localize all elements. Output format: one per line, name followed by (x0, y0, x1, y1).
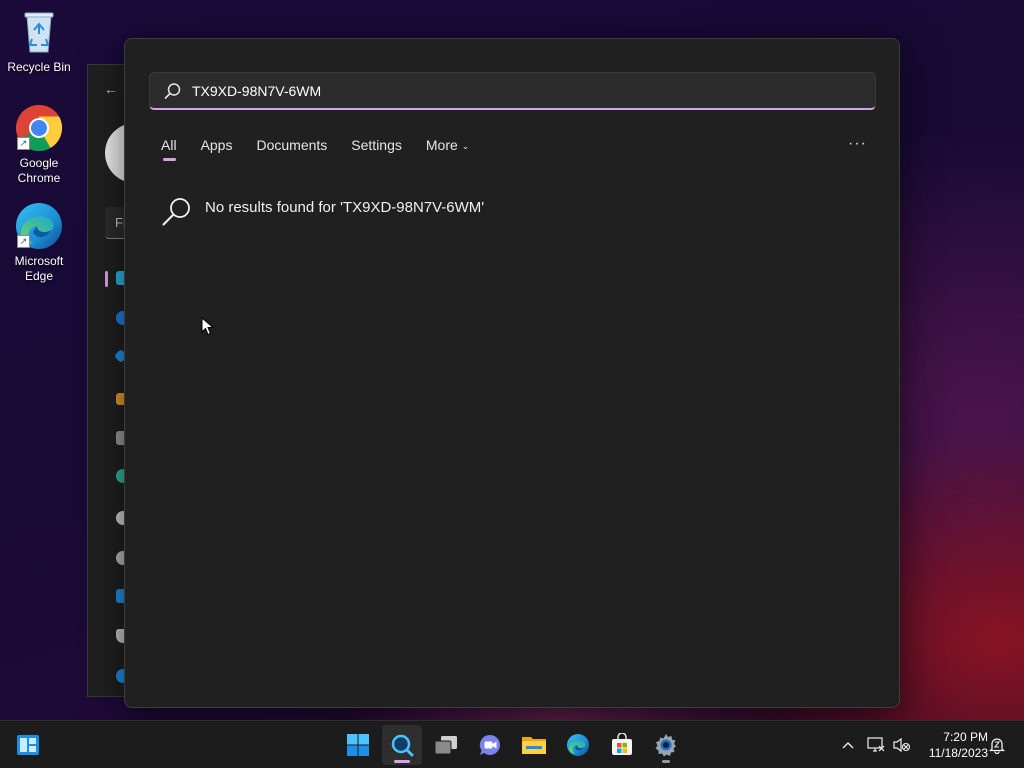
shortcut-arrow-icon: ↗ (17, 235, 30, 248)
clock-date: 11/18/2023 (928, 746, 988, 760)
tab-settings[interactable]: Settings (351, 137, 402, 161)
network-status-button[interactable] (866, 721, 886, 768)
running-indicator (662, 760, 670, 763)
mouse-cursor-icon (201, 317, 215, 336)
widgets-icon (17, 735, 39, 755)
desktop-icon-label: Google Chrome (17, 156, 61, 185)
desktop-icon-recycle-bin[interactable]: Recycle Bin (4, 8, 74, 75)
widgets-button[interactable] (8, 725, 48, 765)
chevron-up-icon (842, 742, 854, 749)
search-input[interactable] (192, 82, 852, 99)
search-panel: All Apps Documents Settings More⌄ ··· No… (124, 38, 900, 708)
edge-icon: ↗ (15, 202, 63, 250)
no-results-row: No results found for 'TX9XD-98N7V-6WM' (161, 196, 484, 228)
show-hidden-icons-button[interactable] (838, 721, 858, 768)
tab-all[interactable]: All (161, 137, 177, 161)
network-disconnected-icon (867, 737, 885, 752)
chrome-icon: ↗ (15, 104, 63, 152)
edge-taskbar-button[interactable] (558, 725, 598, 765)
notification-bell-icon (988, 738, 1006, 754)
chevron-down-icon: ⌄ (461, 141, 470, 151)
store-icon (612, 733, 632, 755)
tab-apps[interactable]: Apps (201, 137, 233, 161)
search-button[interactable] (382, 725, 422, 765)
edge-icon (567, 734, 589, 756)
taskbar: 7:20 PM 11/18/2023 (0, 720, 1024, 768)
store-button[interactable] (602, 725, 642, 765)
settings-taskbar-button[interactable] (646, 725, 686, 765)
tab-documents[interactable]: Documents (256, 137, 327, 161)
shortcut-arrow-icon: ↗ (17, 137, 30, 150)
chat-button[interactable] (470, 725, 510, 765)
desktop-icon-label: Microsoft Edge (14, 254, 64, 283)
desktop-icon-label: Recycle Bin (7, 60, 71, 74)
file-explorer-icon (522, 737, 546, 754)
active-indicator (394, 760, 410, 763)
clock[interactable]: 7:20 PM 11/18/2023 (916, 729, 988, 761)
no-results-message: No results found for 'TX9XD-98N7V-6WM' (205, 199, 485, 216)
task-view-button[interactable] (426, 725, 466, 765)
start-button[interactable] (338, 725, 378, 765)
tab-label: Documents (256, 137, 328, 153)
search-icon (162, 198, 190, 226)
selected-nav-indicator (105, 271, 108, 287)
volume-muted-icon (893, 737, 911, 753)
more-options-button[interactable]: ··· (848, 135, 867, 153)
tab-more[interactable]: More ⌄ (426, 137, 469, 161)
tab-label: All (161, 137, 177, 153)
search-icon (164, 82, 181, 99)
tab-label: Apps (200, 137, 233, 153)
search-filter-tabs: All Apps Documents Settings More ⌄ (161, 137, 493, 161)
volume-button[interactable] (892, 721, 912, 768)
back-arrow-icon[interactable]: ← (104, 81, 118, 97)
search-icon (391, 734, 414, 757)
clock-time: 7:20 PM (943, 730, 988, 744)
desktop-icon-google-chrome[interactable]: ↗ Google Chrome (4, 104, 74, 186)
tab-label: Settings (351, 137, 402, 153)
notifications-button[interactable] (986, 721, 1008, 768)
search-box[interactable] (149, 72, 876, 110)
recycle-bin-icon (15, 8, 63, 56)
desktop-icon-microsoft-edge[interactable]: ↗ Microsoft Edge (4, 202, 74, 284)
file-explorer-button[interactable] (514, 725, 554, 765)
task-view-icon (434, 736, 457, 755)
start-icon (347, 734, 369, 756)
teams-chat-icon (479, 734, 500, 755)
settings-icon (655, 734, 676, 757)
tab-label: More (425, 137, 458, 153)
